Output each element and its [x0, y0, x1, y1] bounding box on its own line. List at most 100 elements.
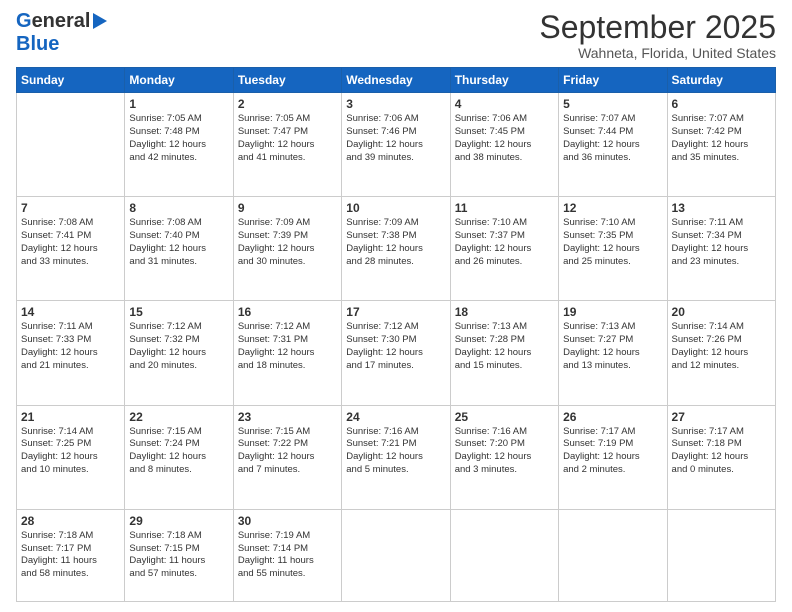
table-row: 28Sunrise: 7:18 AM Sunset: 7:17 PM Dayli…	[17, 509, 125, 601]
table-row: 14 Sunrise: 7:11 AM Sunset: 7:33 PM Dayli…	[17, 301, 125, 405]
table-row	[559, 509, 667, 601]
table-row: 17Sunrise: 7:12 AM Sunset: 7:30 PM Dayli…	[342, 301, 450, 405]
day-info: Sunrise: 7:11 AM Sunset: 7:33 PM Dayligh…	[21, 321, 120, 372]
calendar-title: September 2025	[539, 10, 776, 45]
day-number: 6	[672, 97, 771, 111]
day-number: 9	[238, 201, 337, 215]
calendar-week-row: 14 Sunrise: 7:11 AM Sunset: 7:33 PM Dayli…	[17, 301, 776, 405]
day-number: 4	[455, 97, 554, 111]
day-info: Sunrise: 7:12 AM Sunset: 7:31 PM Dayligh…	[238, 321, 337, 372]
day-number: 3	[346, 97, 445, 111]
day-number: 8	[129, 201, 228, 215]
table-row	[342, 509, 450, 601]
table-row: 26 Sunrise: 7:17 AM Sunset: 7:19 PM Dayli…	[559, 405, 667, 509]
day-number: 22	[129, 410, 228, 424]
day-info: Sunrise: 7:08 AM Sunset: 7:40 PM Dayligh…	[129, 217, 228, 268]
table-row: 18 Sunrise: 7:13 AM Sunset: 7:28 PM Dayli…	[450, 301, 558, 405]
day-info: Sunrise: 7:16 AM Sunset: 7:20 PM Dayligh…	[455, 426, 554, 477]
day-info: Sunrise: 7:07 AM Sunset: 7:44 PM Dayligh…	[563, 113, 662, 164]
table-row: 8 Sunrise: 7:08 AM Sunset: 7:40 PM Daylig…	[125, 197, 233, 301]
table-row: 13 Sunrise: 7:11 AM Sunset: 7:34 PM Dayli…	[667, 197, 775, 301]
header-monday: Monday	[125, 68, 233, 93]
day-info: Sunrise: 7:13 AM Sunset: 7:27 PM Dayligh…	[563, 321, 662, 372]
day-info: Sunrise: 7:06 AM Sunset: 7:45 PM Dayligh…	[455, 113, 554, 164]
day-info: Sunrise: 7:16 AM Sunset: 7:21 PM Dayligh…	[346, 426, 445, 477]
logo-arrow-icon	[93, 13, 107, 29]
header-saturday: Saturday	[667, 68, 775, 93]
day-number: 27	[672, 410, 771, 424]
day-number: 29	[129, 514, 228, 528]
day-number: 21	[21, 410, 120, 424]
calendar-week-row: 21 Sunrise: 7:14 AM Sunset: 7:25 PM Dayli…	[17, 405, 776, 509]
table-row: 3Sunrise: 7:06 AM Sunset: 7:46 PM Daylig…	[342, 93, 450, 197]
logo-general-text: General	[16, 10, 91, 33]
day-number: 18	[455, 305, 554, 319]
day-info: Sunrise: 7:14 AM Sunset: 7:25 PM Dayligh…	[21, 426, 120, 477]
table-row: 22 Sunrise: 7:15 AM Sunset: 7:24 PM Dayli…	[125, 405, 233, 509]
table-row: 4 Sunrise: 7:06 AM Sunset: 7:45 PM Daylig…	[450, 93, 558, 197]
day-info: Sunrise: 7:05 AM Sunset: 7:48 PM Dayligh…	[129, 113, 228, 164]
logo-g: G	[16, 10, 32, 32]
table-row: 24 Sunrise: 7:16 AM Sunset: 7:21 PM Dayli…	[342, 405, 450, 509]
table-row: 20 Sunrise: 7:14 AM Sunset: 7:26 PM Dayli…	[667, 301, 775, 405]
day-info: Sunrise: 7:18 AM Sunset: 7:17 PM Dayligh…	[21, 530, 120, 581]
calendar-table: Sunday Monday Tuesday Wednesday Thursday…	[16, 67, 776, 602]
table-row: 29 Sunrise: 7:18 AM Sunset: 7:15 PM Dayli…	[125, 509, 233, 601]
day-number: 12	[563, 201, 662, 215]
day-info: Sunrise: 7:10 AM Sunset: 7:37 PM Dayligh…	[455, 217, 554, 268]
day-number: 5	[563, 97, 662, 111]
table-row	[17, 93, 125, 197]
day-info: Sunrise: 7:10 AM Sunset: 7:35 PM Dayligh…	[563, 217, 662, 268]
calendar-subtitle: Wahneta, Florida, United States	[539, 45, 776, 61]
table-row: 19 Sunrise: 7:13 AM Sunset: 7:27 PM Dayli…	[559, 301, 667, 405]
header-thursday: Thursday	[450, 68, 558, 93]
page: General Blue September 2025 Wahneta, Flo…	[0, 0, 792, 612]
day-number: 14	[21, 305, 120, 319]
logo: General Blue	[16, 10, 107, 56]
table-row: 10Sunrise: 7:09 AM Sunset: 7:38 PM Dayli…	[342, 197, 450, 301]
table-row: 25 Sunrise: 7:16 AM Sunset: 7:20 PM Dayli…	[450, 405, 558, 509]
day-info: Sunrise: 7:15 AM Sunset: 7:22 PM Dayligh…	[238, 426, 337, 477]
table-row: 27Sunrise: 7:17 AM Sunset: 7:18 PM Dayli…	[667, 405, 775, 509]
table-row: 15Sunrise: 7:12 AM Sunset: 7:32 PM Dayli…	[125, 301, 233, 405]
day-number: 2	[238, 97, 337, 111]
table-row: 21 Sunrise: 7:14 AM Sunset: 7:25 PM Dayli…	[17, 405, 125, 509]
day-info: Sunrise: 7:09 AM Sunset: 7:38 PM Dayligh…	[346, 217, 445, 268]
header-friday: Friday	[559, 68, 667, 93]
day-info: Sunrise: 7:17 AM Sunset: 7:19 PM Dayligh…	[563, 426, 662, 477]
calendar-week-row: 28Sunrise: 7:18 AM Sunset: 7:17 PM Dayli…	[17, 509, 776, 601]
table-row: 1 Sunrise: 7:05 AM Sunset: 7:48 PM Daylig…	[125, 93, 233, 197]
day-number: 13	[672, 201, 771, 215]
day-number: 11	[455, 201, 554, 215]
day-info: Sunrise: 7:13 AM Sunset: 7:28 PM Dayligh…	[455, 321, 554, 372]
table-row	[450, 509, 558, 601]
day-info: Sunrise: 7:18 AM Sunset: 7:15 PM Dayligh…	[129, 530, 228, 581]
table-row: 11 Sunrise: 7:10 AM Sunset: 7:37 PM Dayli…	[450, 197, 558, 301]
day-info: Sunrise: 7:14 AM Sunset: 7:26 PM Dayligh…	[672, 321, 771, 372]
header-sunday: Sunday	[17, 68, 125, 93]
day-number: 19	[563, 305, 662, 319]
day-info: Sunrise: 7:15 AM Sunset: 7:24 PM Dayligh…	[129, 426, 228, 477]
header: General Blue September 2025 Wahneta, Flo…	[16, 10, 776, 61]
day-number: 24	[346, 410, 445, 424]
table-row: 7Sunrise: 7:08 AM Sunset: 7:41 PM Daylig…	[17, 197, 125, 301]
day-info: Sunrise: 7:05 AM Sunset: 7:47 PM Dayligh…	[238, 113, 337, 164]
day-number: 20	[672, 305, 771, 319]
table-row: 12 Sunrise: 7:10 AM Sunset: 7:35 PM Dayli…	[559, 197, 667, 301]
day-number: 26	[563, 410, 662, 424]
day-info: Sunrise: 7:07 AM Sunset: 7:42 PM Dayligh…	[672, 113, 771, 164]
header-tuesday: Tuesday	[233, 68, 341, 93]
day-info: Sunrise: 7:09 AM Sunset: 7:39 PM Dayligh…	[238, 217, 337, 268]
day-number: 17	[346, 305, 445, 319]
day-info: Sunrise: 7:11 AM Sunset: 7:34 PM Dayligh…	[672, 217, 771, 268]
day-number: 1	[129, 97, 228, 111]
weekday-header-row: Sunday Monday Tuesday Wednesday Thursday…	[17, 68, 776, 93]
day-number: 16	[238, 305, 337, 319]
day-number: 15	[129, 305, 228, 319]
day-info: Sunrise: 7:08 AM Sunset: 7:41 PM Dayligh…	[21, 217, 120, 268]
table-row: 30Sunrise: 7:19 AM Sunset: 7:14 PM Dayli…	[233, 509, 341, 601]
table-row	[667, 509, 775, 601]
title-block: September 2025 Wahneta, Florida, United …	[539, 10, 776, 61]
header-wednesday: Wednesday	[342, 68, 450, 93]
day-number: 25	[455, 410, 554, 424]
